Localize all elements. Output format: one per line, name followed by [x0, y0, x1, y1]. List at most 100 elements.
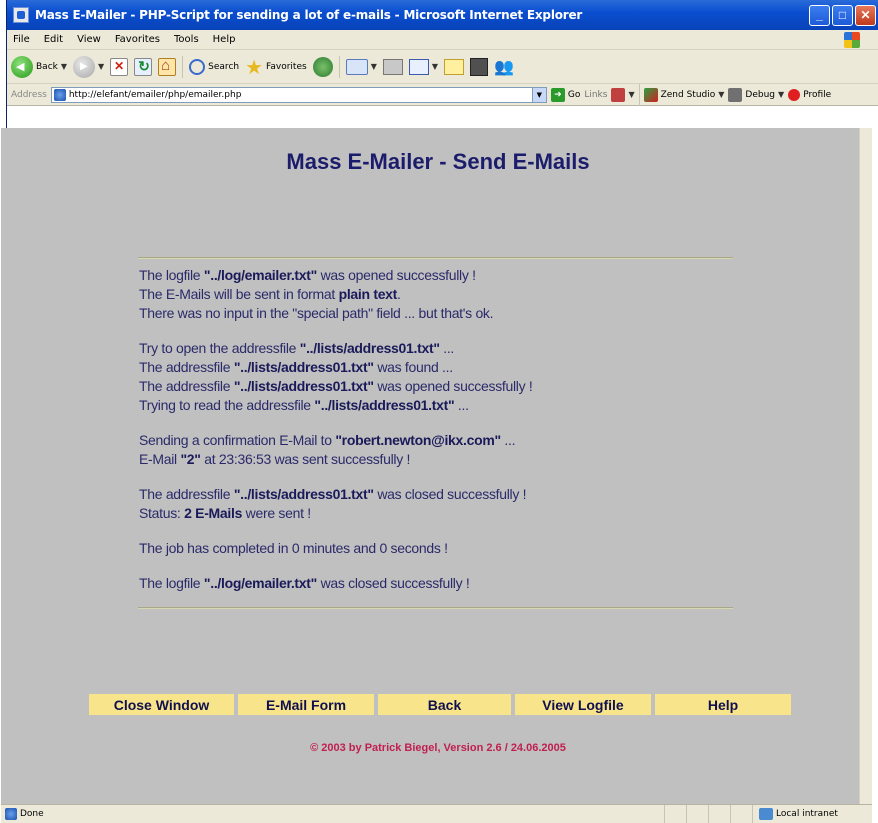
log-text: ...	[454, 397, 469, 413]
log-line: There was no input in the "special path"…	[139, 304, 759, 323]
log-text: .	[397, 286, 401, 302]
log-line: The logfile "../log/emailer.txt" was ope…	[139, 266, 759, 285]
zend-studio-icon	[643, 87, 658, 102]
translate-button[interactable]: ▼	[611, 87, 635, 102]
favorites-star-icon: ★	[245, 54, 264, 79]
search-button[interactable]: Search	[189, 58, 239, 75]
zend-dropdown-icon[interactable]: ▼	[718, 90, 724, 99]
menu-edit[interactable]: Edit	[44, 34, 63, 45]
back-nav-button[interactable]: Back	[378, 694, 511, 715]
favorites-label: Favorites	[266, 61, 307, 72]
close-button[interactable]: ✕	[855, 4, 876, 26]
security-zone[interactable]: Local intranet	[752, 805, 872, 823]
log-value: "../lists/address01.txt"	[299, 340, 440, 356]
discuss-icon[interactable]	[444, 58, 464, 75]
research-icon[interactable]	[470, 57, 488, 76]
edit-button[interactable]: ▼	[408, 58, 438, 75]
address-url[interactable]: http://elefant/emailer/php/emailer.php	[69, 90, 242, 100]
back-dropdown-icon[interactable]: ▼	[61, 62, 67, 71]
profile-icon	[788, 88, 801, 101]
profile-button[interactable]: Profile	[788, 88, 832, 101]
menu-help[interactable]: Help	[213, 34, 236, 45]
log-text: Try to open the addressfile	[139, 340, 300, 356]
log-line: Status: 2 E-Mails were sent !	[139, 504, 759, 523]
log-line: Try to open the addressfile "../lists/ad…	[139, 339, 759, 358]
log-line: Trying to read the addressfile "../lists…	[139, 396, 759, 415]
menu-view[interactable]: View	[77, 34, 101, 45]
search-icon	[189, 58, 206, 75]
back-button[interactable]: Back ▼	[11, 55, 67, 78]
toolbar-separator	[338, 55, 340, 78]
log-text: The E-Mails will be sent in format	[139, 286, 339, 302]
go-button[interactable]: ➜ Go	[550, 87, 581, 102]
debug-dropdown-icon[interactable]: ▼	[778, 90, 784, 99]
log-text: was closed successfully !	[316, 575, 470, 591]
log-line: The addressfile "../lists/address01.txt"…	[139, 358, 759, 377]
help-button[interactable]: Help	[655, 694, 791, 715]
edit-dropdown-icon[interactable]: ▼	[432, 62, 438, 71]
log-spacer	[139, 415, 759, 431]
stop-icon[interactable]	[110, 57, 129, 76]
vertical-scrollbar[interactable]	[859, 128, 872, 804]
log-spacer	[139, 323, 759, 339]
page-content: Mass E-Mailer - Send E-Mails The logfile…	[1, 128, 859, 804]
menu-file[interactable]: File	[13, 34, 30, 45]
debug-icon	[728, 87, 743, 102]
home-icon[interactable]	[158, 57, 177, 76]
log-value: "../lists/address01.txt"	[233, 378, 374, 394]
log-text: The logfile	[139, 575, 204, 591]
log-line: The addressfile "../lists/address01.txt"…	[139, 377, 759, 396]
log-value: "../log/emailer.txt"	[203, 575, 317, 591]
close-window-button[interactable]: Close Window	[89, 694, 234, 715]
view-logfile-button[interactable]: View Logfile	[515, 694, 651, 715]
intranet-icon	[759, 808, 773, 820]
address-dropdown-icon[interactable]: ▼	[531, 87, 546, 102]
links-label[interactable]: Links	[584, 90, 607, 100]
refresh-icon[interactable]	[134, 57, 153, 76]
translate-dropdown-icon[interactable]: ▼	[628, 90, 634, 99]
log-text: E-Mail	[139, 451, 181, 467]
menu-bar: File Edit View Favorites Tools Help	[7, 30, 878, 50]
mail-button[interactable]: ▼	[345, 58, 377, 75]
profile-label: Profile	[803, 89, 832, 100]
address-input[interactable]: http://elefant/emailer/php/emailer.php ▼	[50, 86, 547, 103]
zend-studio-button[interactable]: Zend Studio ▼	[643, 87, 724, 102]
log-line: The logfile "../log/emailer.txt" was clo…	[139, 574, 759, 593]
log-line: E-Mail "2" at 23:36:53 was sent successf…	[139, 450, 759, 469]
title-bar[interactable]: Mass E-Mailer - PHP-Script for sending a…	[7, 0, 878, 30]
status-cell	[708, 805, 730, 823]
zone-label: Local intranet	[776, 809, 838, 819]
copyright-notice: © 2003 by Patrick Biegel, Version 2.6 / …	[310, 742, 566, 754]
go-label: Go	[567, 89, 581, 100]
page-icon	[53, 88, 66, 101]
menu-favorites[interactable]: Favorites	[115, 34, 160, 45]
history-icon[interactable]	[312, 56, 333, 77]
bottom-divider	[138, 607, 733, 609]
messenger-icon[interactable]: 👥	[494, 57, 514, 77]
forward-dropdown-icon[interactable]: ▼	[98, 62, 104, 71]
email-form-button[interactable]: E-Mail Form	[238, 694, 374, 715]
address-label: Address	[11, 89, 47, 100]
log-text: were sent !	[242, 505, 311, 521]
favorites-button[interactable]: ★ Favorites	[245, 54, 307, 79]
log-value: "../lists/address01.txt"	[233, 359, 374, 375]
log-messages: The logfile "../log/emailer.txt" was ope…	[139, 266, 759, 593]
toolbar-separator	[182, 55, 184, 78]
log-value: "robert.newton@ikx.com"	[335, 432, 501, 448]
log-line: The E-Mails will be sent in format plain…	[139, 285, 759, 304]
forward-button[interactable]: ▼	[73, 55, 104, 78]
maximize-button[interactable]: □	[832, 4, 853, 26]
log-text: ...	[500, 432, 516, 448]
menu-tools[interactable]: Tools	[174, 34, 199, 45]
status-text: Done	[20, 809, 44, 819]
log-line: The job has completed in 0 minutes and 0…	[139, 539, 759, 558]
status-cell	[730, 805, 752, 823]
log-spacer	[139, 469, 759, 485]
log-line: The addressfile "../lists/address01.txt"…	[139, 485, 759, 504]
print-icon[interactable]	[382, 58, 403, 75]
debug-button[interactable]: Debug ▼	[728, 87, 784, 102]
back-arrow-icon	[11, 55, 33, 78]
log-spacer	[139, 523, 759, 539]
mail-dropdown-icon[interactable]: ▼	[371, 62, 377, 71]
minimize-button[interactable]: _	[809, 4, 830, 26]
